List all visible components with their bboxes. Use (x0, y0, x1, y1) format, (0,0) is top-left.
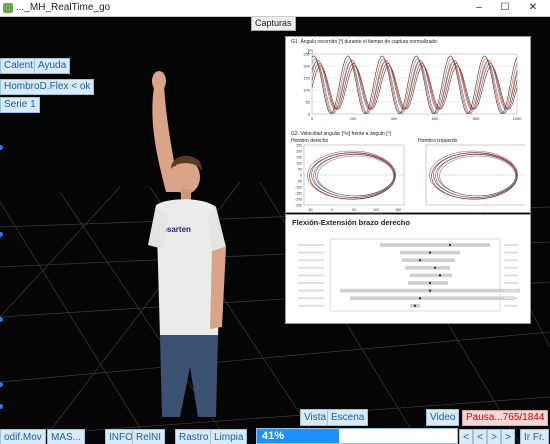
g2-ytick-label: 200 (296, 149, 302, 153)
minimize-icon[interactable]: – (466, 0, 492, 16)
boxplot-row-side-label (504, 251, 518, 254)
rastro-button[interactable]: Rastro (175, 429, 213, 444)
boxplot-row-side-label (504, 274, 518, 277)
boxplot-row-label (298, 282, 324, 284)
g2-ytick-label: -100 (295, 185, 302, 189)
boxplot-row-box (402, 258, 455, 262)
g2-right-loop (439, 155, 516, 197)
g2-title: G2. Velocidad angular [º/s] frente a áng… (291, 131, 391, 137)
boxplot-row-median (418, 297, 422, 300)
boxplot-row-side-label (504, 266, 518, 269)
boxplot-chart (298, 238, 520, 312)
g2-xtick-label: 50 (352, 208, 356, 212)
serie-selector[interactable]: Serie 1 (0, 97, 40, 113)
boxplot-row-median (428, 289, 432, 292)
g1-xtick-label: 800 (473, 116, 480, 121)
window-titlebar: ..._MH_RealTime_go – ☐ ✕ (0, 0, 550, 17)
g1-ytick-label: 250 (303, 52, 310, 57)
g2-ytick-label: -50 (297, 179, 302, 183)
boxplot-row-label (298, 244, 324, 246)
odif-mov-button[interactable]: odif.Mov (0, 429, 46, 444)
boxplot-row-side-label (504, 259, 518, 262)
ir-fr-button[interactable]: Ir Fr. (520, 429, 549, 444)
boxplot-row-label (298, 297, 324, 300)
g2-ytick-label: 150 (296, 155, 302, 159)
boxplot-row-side-label (504, 282, 518, 284)
g2-ytick-label: -250 (295, 203, 302, 207)
g1-ytick-label: 150 (303, 76, 310, 81)
boxplot-row-median (413, 304, 417, 307)
scene-viewport[interactable]: osarten Calent. Ayuda HombroD.Flex < ok … (0, 17, 550, 444)
boxplot-row-side-label (504, 297, 518, 300)
g2-ytick-label: 250 (296, 143, 302, 147)
mas-button[interactable]: MAS... (47, 429, 86, 444)
escena-button[interactable]: Escena (327, 409, 369, 426)
g1-xtick-label: 400 (391, 116, 398, 121)
boxplot-row-label (298, 266, 324, 269)
next-frame-button[interactable]: > (487, 429, 501, 444)
last-frame-button[interactable]: > (501, 429, 515, 444)
boxplot-row-label (298, 289, 324, 292)
pause-status: Pausa...765/1844 (462, 410, 549, 426)
boxplot-row-box (410, 273, 452, 278)
progress-label: 41% (262, 430, 285, 442)
ayuda-button[interactable]: Ayuda (34, 58, 71, 74)
boxplot-row-median (428, 251, 432, 254)
g2-left-loop (317, 155, 394, 197)
boxplot-row-label (298, 274, 324, 277)
g1-title: G1. Ángulo recorrido [º] durante el tiem… (291, 39, 437, 45)
g1-xtick-label: 600 (432, 116, 439, 121)
g2-ytick-label: 50 (298, 167, 302, 171)
prev-frame-button[interactable]: < (473, 429, 487, 444)
vista-button[interactable]: Vista (300, 409, 331, 426)
g1-ytick-label: 50 (306, 100, 311, 105)
boxplot-row-side-label (504, 304, 518, 307)
g1-line-chart: 0501001502002500 200 400 600 800 1000 (303, 52, 523, 122)
frame-progress-bar[interactable]: 41% (256, 428, 458, 444)
first-frame-button[interactable]: < (459, 429, 473, 444)
g1-xtick-label: 1000 (513, 116, 523, 121)
capturas-label: Capturas (251, 17, 296, 31)
close-icon[interactable]: ✕ (520, 0, 546, 16)
g2-ytick-label: -200 (295, 197, 302, 201)
boxplot-title: Flexión-Extensión brazo derecho (292, 218, 410, 227)
avatar-figure: osarten (148, 71, 226, 417)
boxplot-row-median (448, 243, 452, 247)
g1-xtick-label: 0 (311, 116, 314, 121)
video-button[interactable]: Video (426, 409, 460, 426)
window-title: ..._MH_RealTime_go (16, 2, 111, 13)
boxplot-row-box (408, 281, 448, 285)
g2-xtick-label: -50 (307, 208, 312, 212)
boxplot-row-label (298, 259, 324, 262)
boxplot-row-side-label (504, 289, 518, 292)
g1-ytick-label: 100 (303, 88, 310, 93)
boxplot-row-label (298, 304, 324, 307)
boxplot-row-box (350, 296, 515, 300)
boxplot-row-box (405, 266, 450, 270)
boxplot-row-label (298, 251, 324, 254)
boxplot-row-median (428, 281, 432, 285)
relni-button[interactable]: RelNI (132, 429, 166, 444)
g1-xtick-label: 200 (350, 116, 357, 121)
boxplot-panel: Flexión-Extensión brazo derecho (285, 214, 531, 324)
maximize-icon[interactable]: ☐ (492, 0, 518, 16)
graphs-panel: G1. Ángulo recorrido [º] durante el tiem… (285, 36, 531, 213)
boxplot-row-side-label (504, 244, 518, 246)
app-icon (3, 3, 13, 13)
g2-xtick-label: 100 (373, 208, 379, 212)
boxplot-row-box (380, 243, 490, 247)
movement-selector[interactable]: HombroD.Flex < ok (0, 79, 95, 95)
g2-xtick-label: 0 (331, 208, 333, 212)
g2-ytick-label: -150 (295, 191, 302, 195)
g2-ytick-label: 100 (296, 161, 302, 165)
g1-ytick-label: 200 (303, 64, 310, 69)
g2-ytick-label: 0 (300, 173, 302, 177)
limpia-button[interactable]: Limpia (210, 429, 248, 444)
boxplot-row-median (438, 274, 442, 277)
g2-phase-charts: -250 -200 -150 -100 -50 0 50 100 150 200 250 -50 0 50… (295, 143, 525, 212)
g2-xtick-label: 150 (395, 208, 401, 212)
boxplot-row-median (433, 266, 437, 269)
boxplot-row-median (418, 259, 422, 262)
